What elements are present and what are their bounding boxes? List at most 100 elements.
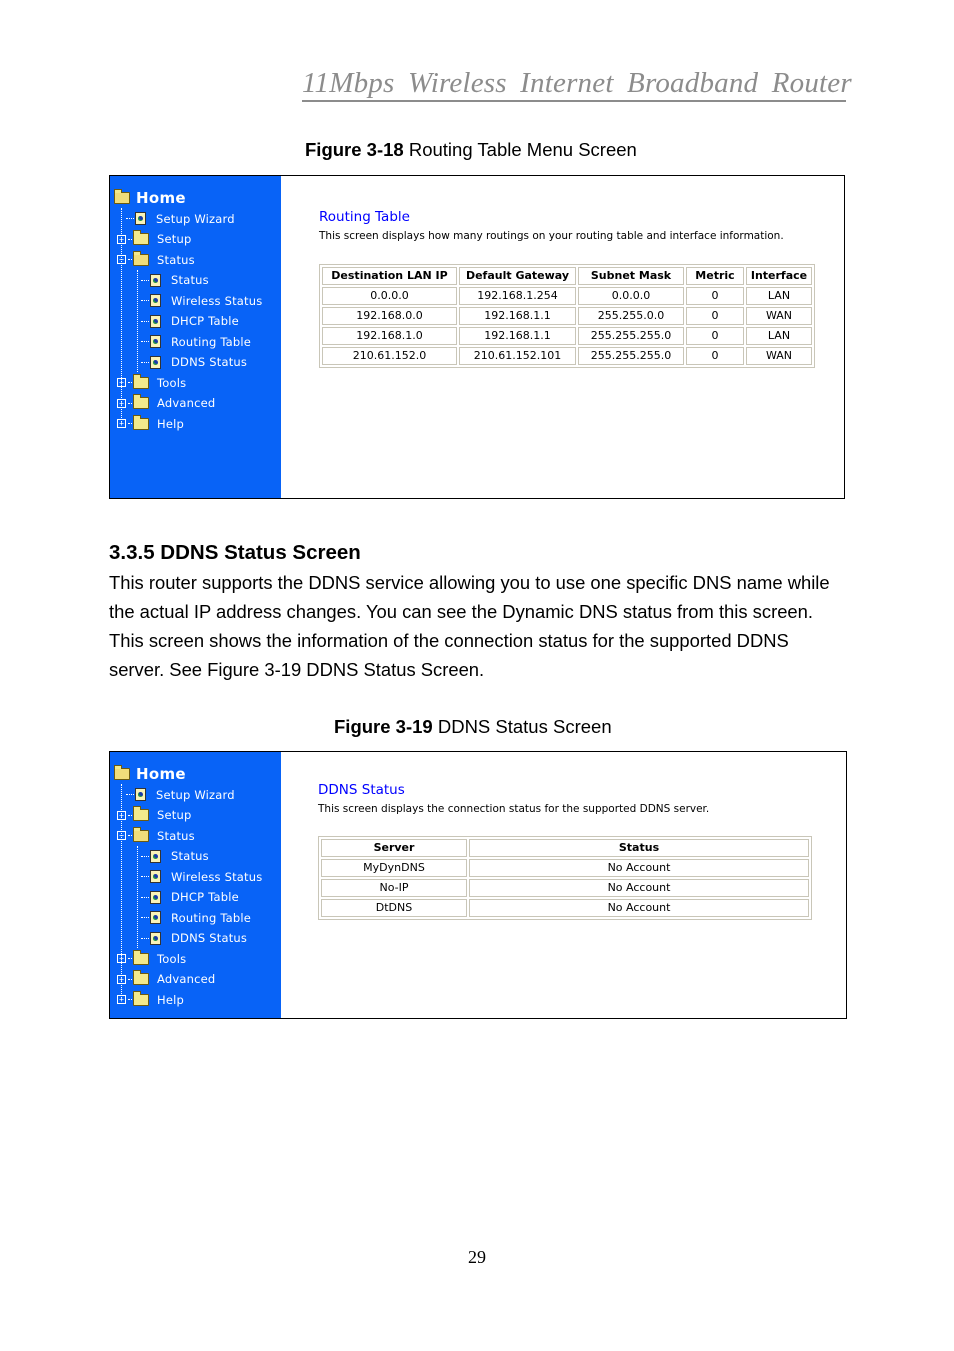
cell-subnet: 0.0.0.0 bbox=[578, 287, 684, 305]
tree-connector bbox=[128, 423, 132, 425]
tree-connector bbox=[128, 259, 132, 261]
nav-item-label: Tools bbox=[157, 951, 187, 966]
nav-tree: Home Setup Wizard + Setup − Status Status Wirel… bbox=[114, 764, 262, 1010]
nav-item-setup[interactable]: + Setup bbox=[114, 229, 262, 250]
nav-item-label: Home bbox=[136, 765, 186, 784]
nav-item-setup-wizard[interactable]: Setup Wizard bbox=[114, 209, 262, 230]
nav-item-setup[interactable]: + Setup bbox=[114, 805, 262, 826]
folder-icon bbox=[133, 394, 149, 410]
nav-item-help[interactable]: + Help bbox=[114, 990, 262, 1011]
cell-status: No Account bbox=[469, 879, 809, 897]
page-title: DDNS Status bbox=[318, 782, 405, 798]
cell-gateway: 192.168.1.1 bbox=[459, 327, 576, 345]
folder-icon bbox=[133, 414, 149, 430]
cell-destination: 192.168.1.0 bbox=[322, 327, 457, 345]
tree-connector bbox=[128, 382, 132, 384]
section-heading: 3.3.5 DDNS Status Screen bbox=[109, 541, 361, 564]
col-interface: Interface bbox=[746, 267, 812, 285]
folder-open-icon bbox=[114, 765, 130, 781]
cell-subnet: 255.255.255.0 bbox=[578, 327, 684, 345]
folder-open-icon bbox=[133, 826, 149, 842]
page-icon bbox=[150, 911, 161, 925]
nav-item-label: Tools bbox=[157, 375, 187, 390]
tree-connector bbox=[128, 238, 132, 240]
folder-icon bbox=[133, 373, 149, 389]
nav-item-label: Setup Wizard bbox=[156, 787, 235, 802]
page-icon bbox=[150, 849, 161, 863]
cell-server: No-IP bbox=[321, 879, 467, 897]
table-row: 0.0.0.0 192.168.1.254 0.0.0.0 0 LAN bbox=[322, 287, 812, 305]
cell-gateway: 192.168.1.254 bbox=[459, 287, 576, 305]
cell-metric: 0 bbox=[686, 287, 744, 305]
cell-subnet: 255.255.255.0 bbox=[578, 347, 684, 365]
nav-item-label: Routing Table bbox=[171, 910, 252, 925]
page-description: This screen displays how many routings o… bbox=[319, 230, 784, 242]
table-row: 192.168.1.0 192.168.1.1 255.255.255.0 0 … bbox=[322, 327, 812, 345]
cell-server: MyDynDNS bbox=[321, 859, 467, 877]
nav-item-label: Help bbox=[157, 416, 185, 431]
tree-connector bbox=[141, 361, 149, 363]
tree-guide-line bbox=[137, 270, 138, 372]
page-icon bbox=[150, 870, 161, 884]
nav-item-tools[interactable]: + Tools bbox=[114, 373, 262, 394]
col-default-gateway: Default Gateway bbox=[459, 267, 576, 285]
cell-destination: 192.168.0.0 bbox=[322, 307, 457, 325]
nav-item-status[interactable]: − Status bbox=[114, 250, 262, 271]
tree-connector bbox=[128, 978, 132, 980]
col-metric: Metric bbox=[686, 267, 744, 285]
page-description: This screen displays the connection stat… bbox=[318, 803, 710, 815]
cell-metric: 0 bbox=[686, 307, 744, 325]
nav-item-label: Status bbox=[157, 828, 195, 843]
nav-item-label: Home bbox=[136, 189, 186, 208]
cell-gateway: 210.61.152.101 bbox=[459, 347, 576, 365]
ddns-status-screenshot: Home Setup Wizard + Setup − Status Status Wirel… bbox=[109, 751, 847, 1019]
nav-item-label: Setup bbox=[157, 808, 192, 823]
cell-interface: LAN bbox=[746, 327, 812, 345]
page-icon bbox=[150, 355, 161, 369]
page-icon bbox=[150, 890, 161, 904]
nav-item-label: Wireless Status bbox=[171, 293, 263, 308]
section-paragraph: This router supports the DDNS service al… bbox=[109, 572, 830, 680]
page-icon bbox=[150, 335, 161, 349]
nav-item-label: Advanced bbox=[157, 396, 216, 411]
nav-item-label: DHCP Table bbox=[171, 890, 239, 905]
nav-item-label: DHCP Table bbox=[171, 314, 239, 329]
cell-subnet: 255.255.0.0 bbox=[578, 307, 684, 325]
tree-connector bbox=[126, 794, 134, 796]
nav-item-status[interactable]: − Status bbox=[114, 826, 262, 847]
table-header-row: Server Status bbox=[321, 839, 809, 857]
nav-item-label: Status bbox=[171, 273, 209, 288]
nav-item-advanced[interactable]: + Advanced bbox=[114, 969, 262, 990]
routing-table: Destination LAN IP Default Gateway Subne… bbox=[319, 264, 815, 368]
nav-item-advanced[interactable]: + Advanced bbox=[114, 393, 262, 414]
nav-item-label: Status bbox=[157, 252, 195, 267]
nav-item-label: Routing Table bbox=[171, 334, 252, 349]
cell-destination: 0.0.0.0 bbox=[322, 287, 457, 305]
cell-interface: LAN bbox=[746, 287, 812, 305]
cell-metric: 0 bbox=[686, 327, 744, 345]
nav-item-help[interactable]: + Help bbox=[114, 414, 262, 435]
nav-item-tools[interactable]: + Tools bbox=[114, 949, 262, 970]
figure-caption-3-19: Figure 3-19 DDNS Status Screen bbox=[334, 716, 612, 738]
nav-item-label: Help bbox=[157, 992, 185, 1007]
tree-connector bbox=[128, 402, 132, 404]
figure-caption-text: Routing Table Menu Screen bbox=[403, 139, 637, 160]
nav-item-setup-wizard[interactable]: Setup Wizard bbox=[114, 785, 262, 806]
cell-server: DtDNS bbox=[321, 899, 467, 917]
page-number: 29 bbox=[468, 1247, 486, 1267]
page-icon bbox=[150, 314, 161, 328]
cell-interface: WAN bbox=[746, 347, 812, 365]
tree-connector bbox=[141, 937, 149, 939]
cell-status: No Account bbox=[469, 859, 809, 877]
nav-item-label: Wireless Status bbox=[171, 869, 263, 884]
tree-connector bbox=[128, 958, 132, 960]
tree-connector bbox=[128, 814, 132, 816]
page-icon bbox=[150, 273, 161, 287]
nav-item-home[interactable]: Home bbox=[114, 764, 262, 785]
tree-connector bbox=[126, 218, 134, 220]
sidebar-nav: Home Setup Wizard + Setup − Status Status Wirel… bbox=[110, 176, 281, 498]
tree-connector bbox=[141, 300, 149, 302]
content-panel: DDNS Status This screen displays the con… bbox=[318, 752, 846, 1018]
nav-item-label: Advanced bbox=[157, 972, 216, 987]
nav-item-home[interactable]: Home bbox=[114, 188, 262, 209]
